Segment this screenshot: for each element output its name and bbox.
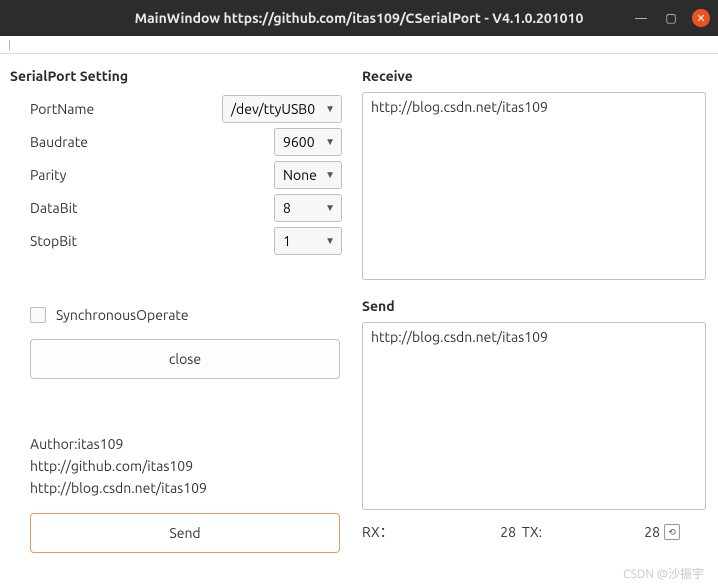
titlebar: MainWindow https://github.com/itas109/CS… bbox=[0, 0, 718, 36]
stopbit-combo[interactable]: 1 ▼ bbox=[274, 227, 342, 255]
window-title: MainWindow https://github.com/itas109/CS… bbox=[135, 10, 584, 26]
parity-combo[interactable]: None ▼ bbox=[274, 161, 342, 189]
tx-value: 28 bbox=[644, 524, 660, 540]
parity-value: None bbox=[283, 167, 317, 183]
github-link[interactable]: http://github.com/itas109 bbox=[30, 455, 342, 477]
parity-row: Parity None ▼ bbox=[30, 158, 342, 191]
sync-row: SynchronousOperate bbox=[30, 307, 342, 323]
portname-combo[interactable]: /dev/ttyUSB0 ▼ bbox=[222, 95, 342, 123]
receive-heading: Receive bbox=[362, 68, 706, 84]
rx-label: RX： bbox=[362, 522, 394, 542]
sync-checkbox[interactable] bbox=[30, 307, 46, 323]
stopbit-row: StopBit 1 ▼ bbox=[30, 224, 342, 257]
stopbit-value: 1 bbox=[283, 233, 291, 249]
status-row: RX： 28 TX: 28 ⟲ bbox=[362, 522, 706, 542]
stopbit-label: StopBit bbox=[30, 233, 274, 249]
chevron-down-icon: ▼ bbox=[325, 103, 335, 115]
reset-icon[interactable]: ⟲ bbox=[664, 524, 680, 540]
blog-link[interactable]: http://blog.csdn.net/itas109 bbox=[30, 477, 342, 499]
close-button[interactable]: close bbox=[30, 339, 340, 379]
parity-label: Parity bbox=[30, 167, 274, 183]
watermark: CSDN @沙振宇 bbox=[623, 565, 704, 582]
baudrate-label: Baudrate bbox=[30, 134, 274, 150]
portname-label: PortName bbox=[30, 101, 222, 117]
window-controls: — ▢ ✕ bbox=[632, 9, 710, 27]
receive-textarea[interactable]: http://blog.csdn.net/itas109 bbox=[362, 92, 706, 280]
author-text: Author:itas109 bbox=[30, 433, 342, 455]
send-textarea[interactable]: http://blog.csdn.net/itas109 bbox=[362, 322, 706, 510]
send-heading: Send bbox=[362, 298, 706, 314]
maximize-icon[interactable]: ▢ bbox=[662, 9, 680, 27]
databit-value: 8 bbox=[283, 200, 291, 216]
chevron-down-icon: ▼ bbox=[325, 169, 335, 181]
sync-label: SynchronousOperate bbox=[56, 307, 189, 323]
databit-label: DataBit bbox=[30, 200, 274, 216]
tx-label: TX: bbox=[522, 524, 542, 540]
baudrate-value: 9600 bbox=[283, 134, 315, 150]
chevron-down-icon: ▼ bbox=[325, 202, 335, 214]
minimize-icon[interactable]: — bbox=[632, 9, 650, 27]
rx-value: 28 bbox=[500, 524, 516, 540]
receive-content: http://blog.csdn.net/itas109 bbox=[371, 99, 548, 115]
settings-heading: SerialPort Setting bbox=[10, 68, 342, 84]
baudrate-combo[interactable]: 9600 ▼ bbox=[274, 128, 342, 156]
databit-row: DataBit 8 ▼ bbox=[30, 191, 342, 224]
portname-row: PortName /dev/ttyUSB0 ▼ bbox=[30, 92, 342, 125]
info-block: Author:itas109 http://github.com/itas109… bbox=[30, 433, 342, 499]
portname-value: /dev/ttyUSB0 bbox=[231, 101, 315, 117]
send-button[interactable]: Send bbox=[30, 513, 340, 553]
chevron-down-icon: ▼ bbox=[325, 235, 335, 247]
databit-combo[interactable]: 8 ▼ bbox=[274, 194, 342, 222]
close-icon[interactable]: ✕ bbox=[692, 9, 710, 27]
menubar-stub: | bbox=[0, 36, 718, 54]
send-content: http://blog.csdn.net/itas109 bbox=[371, 329, 548, 345]
baudrate-row: Baudrate 9600 ▼ bbox=[30, 125, 342, 158]
chevron-down-icon: ▼ bbox=[325, 136, 335, 148]
